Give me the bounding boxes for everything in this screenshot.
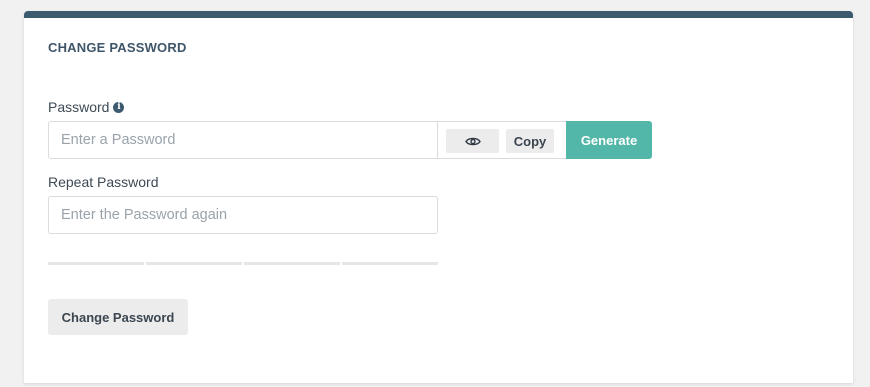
info-icon[interactable]: i — [113, 101, 125, 113]
password-addon-group: Copy — [438, 121, 567, 159]
password-strength-meter — [48, 262, 438, 265]
eye-icon — [464, 137, 481, 145]
repeat-password-label: Repeat Password — [48, 174, 159, 190]
copy-button[interactable]: Copy — [506, 129, 554, 153]
password-label: Password — [48, 99, 110, 115]
repeat-password-input[interactable] — [48, 196, 438, 234]
strength-segment — [48, 262, 144, 265]
show-password-button[interactable] — [446, 129, 499, 153]
generate-button[interactable]: Generate — [566, 121, 652, 159]
strength-segment — [342, 262, 438, 265]
card-title: CHANGE PASSWORD — [48, 40, 187, 55]
strength-segment — [244, 262, 340, 265]
change-password-card: CHANGE PASSWORD Password i Copy Generate… — [24, 11, 853, 383]
strength-segment — [146, 262, 242, 265]
password-label-row: Password i — [48, 99, 125, 115]
password-input[interactable] — [48, 121, 438, 159]
change-password-button[interactable]: Change Password — [48, 299, 188, 335]
